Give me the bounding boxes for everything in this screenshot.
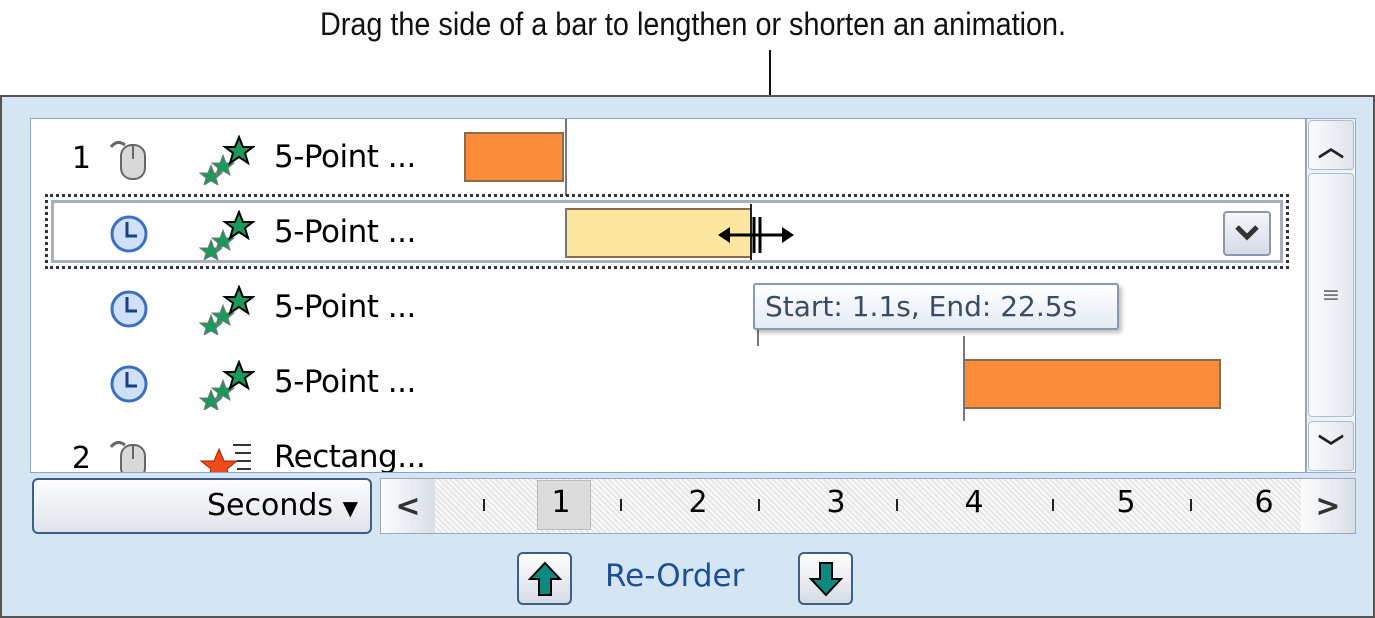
scroll-up-button[interactable]: ︿ (1308, 120, 1354, 170)
vertical-scrollbar[interactable]: ︿ ≡ ﹀ (1306, 118, 1356, 473)
tick-label: 3 (826, 485, 846, 520)
reorder-label: Re-Order (605, 558, 745, 594)
dropdown-arrow-icon: ▼ (342, 496, 358, 520)
effect-label: 5-Point ... (274, 139, 416, 175)
scroll-left-button[interactable]: < (381, 479, 435, 533)
effect-label: 5-Point ... (274, 364, 416, 400)
minor-tick (896, 499, 898, 511)
tick-label: 6 (1254, 485, 1274, 520)
timing-tooltip: Start: 1.1s, End: 22.5s (753, 283, 1119, 330)
scroll-right-button[interactable]: > (1301, 479, 1355, 533)
stars-effect-icon (198, 359, 256, 412)
mouse-click-icon (107, 137, 151, 181)
seconds-dropdown[interactable]: Seconds ▼ (32, 478, 372, 534)
tick-label: 4 (964, 485, 984, 520)
sequence-number: 1 (71, 141, 91, 176)
effect-label: 5-Point ... (274, 289, 416, 325)
rectangle-effect-icon (199, 435, 255, 472)
animation-row[interactable]: 2 Rectang... (31, 421, 1305, 473)
scroll-thumb[interactable]: ≡ (1308, 173, 1354, 417)
move-up-button[interactable] (517, 552, 572, 605)
stars-effect-icon (198, 284, 256, 337)
clock-icon (107, 362, 151, 406)
effect-label: Rectang... (274, 439, 426, 473)
caption: Drag the side of a bar to lengthen or sh… (319, 6, 1067, 42)
minor-tick (620, 499, 622, 511)
resize-cursor-icon (718, 217, 794, 253)
timeline-ruler: < > 1 2 3 4 5 6 (380, 478, 1356, 534)
selected-row-focus (45, 194, 1289, 269)
scroll-down-button[interactable]: ﹀ (1308, 421, 1354, 471)
arrow-down-icon (808, 561, 843, 596)
minor-tick (1190, 499, 1192, 511)
stars-effect-icon (198, 134, 256, 187)
tick-label: 2 (688, 485, 708, 520)
minor-tick (758, 499, 760, 511)
end-marker (565, 119, 567, 196)
start-marker (963, 336, 965, 421)
timing-bar[interactable] (464, 132, 564, 182)
seconds-label: Seconds (207, 488, 334, 523)
tick-label: 5 (1116, 485, 1136, 520)
clock-icon (107, 287, 151, 331)
tick-label: 1 (551, 485, 571, 520)
animation-row[interactable]: 1 5-Point ... (31, 121, 1305, 196)
mouse-click-icon (107, 437, 151, 472)
sequence-number: 2 (71, 441, 91, 473)
timing-bar[interactable] (963, 359, 1221, 409)
move-down-button[interactable] (798, 552, 853, 605)
arrow-up-icon (527, 561, 562, 596)
minor-tick (1052, 499, 1054, 511)
minor-tick (483, 499, 485, 511)
